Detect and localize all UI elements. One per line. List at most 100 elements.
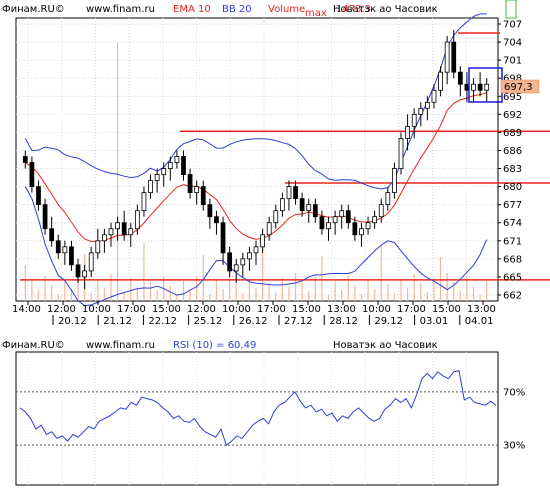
date-tick-label: 26.12 bbox=[239, 316, 268, 327]
time-tick-label: 15:00 bbox=[432, 304, 461, 315]
candle-body bbox=[62, 246, 68, 254]
price-tick-label: 674 bbox=[503, 218, 522, 229]
price-tick-label: 671 bbox=[503, 236, 522, 247]
volume-bar bbox=[64, 280, 66, 301]
price-tick-label: 680 bbox=[503, 182, 522, 193]
candle-body bbox=[167, 162, 173, 169]
volume-bar bbox=[321, 256, 323, 301]
price-tick-label: 701 bbox=[503, 56, 522, 67]
candle-body bbox=[108, 228, 114, 236]
date-tick-label: 04.01 bbox=[465, 316, 494, 327]
candle-body bbox=[319, 216, 325, 230]
candle-body bbox=[405, 125, 410, 139]
price-tick-label: 707 bbox=[503, 20, 522, 31]
candle-body bbox=[457, 71, 463, 85]
time-tick-label: 10:00 bbox=[362, 304, 391, 315]
candle-body bbox=[418, 107, 424, 115]
candle-body bbox=[29, 162, 35, 187]
rsi-header-site[interactable]: www.finam.ru bbox=[86, 340, 155, 351]
candle-body bbox=[293, 186, 298, 200]
time-tick-label: 13:00 bbox=[327, 304, 356, 315]
volume-bar bbox=[57, 294, 59, 301]
header-site[interactable]: www.finam.ru bbox=[86, 4, 155, 15]
volume-bar bbox=[268, 283, 270, 301]
volume-bar bbox=[143, 243, 145, 301]
time-tick-label: 10:00 bbox=[222, 304, 251, 315]
volume-bar bbox=[24, 265, 26, 301]
candle-body bbox=[207, 204, 213, 218]
candle-body bbox=[299, 198, 305, 212]
volume-bar bbox=[116, 43, 119, 301]
candle-body bbox=[214, 216, 219, 224]
candle-body bbox=[154, 174, 160, 181]
volume-bar bbox=[426, 292, 428, 301]
candle-body bbox=[378, 204, 384, 218]
price-tick-label: 689 bbox=[503, 128, 522, 139]
volume-bar bbox=[393, 293, 396, 301]
rsi-tick-label: 30% bbox=[503, 441, 525, 452]
volume-bar bbox=[341, 290, 343, 301]
header-bb: BB 20 bbox=[222, 4, 252, 15]
candle-body bbox=[233, 264, 239, 272]
volume-bar bbox=[486, 281, 488, 301]
volume-bar bbox=[479, 295, 481, 301]
rsi-header-title: Новатэк ао Часовик bbox=[333, 340, 438, 351]
candle-body bbox=[260, 234, 265, 248]
date-tick-label: 20.12 bbox=[58, 316, 87, 327]
candle-body bbox=[385, 192, 391, 206]
volume-bar bbox=[242, 293, 244, 301]
price-tick-label: 677 bbox=[503, 200, 522, 211]
candle-body bbox=[398, 138, 404, 169]
price-tick-label: 695 bbox=[503, 92, 522, 103]
rsi-header-source: Финам.RU© bbox=[2, 340, 65, 351]
candle-body bbox=[286, 186, 292, 200]
candle-body bbox=[451, 41, 457, 73]
candle-body bbox=[220, 222, 226, 254]
time-tick-label: 12:00 bbox=[47, 304, 76, 315]
candle-body bbox=[194, 186, 200, 194]
candle-body bbox=[95, 240, 101, 254]
header-max: max bbox=[305, 8, 327, 19]
candle-body bbox=[187, 174, 193, 194]
header-source: Финам.RU© bbox=[2, 4, 65, 15]
last-price-label: 697,3 bbox=[504, 82, 533, 93]
volume-bar bbox=[169, 286, 171, 301]
candle-body bbox=[444, 41, 450, 73]
candle-body bbox=[345, 210, 351, 224]
volume-bar bbox=[439, 257, 442, 301]
time-tick-label: 14:00 bbox=[12, 304, 41, 315]
volume-bar bbox=[222, 289, 224, 301]
candle-body bbox=[411, 113, 417, 127]
candle-body bbox=[36, 186, 41, 206]
candle-body bbox=[200, 186, 206, 206]
volume-bar bbox=[176, 295, 178, 301]
candle-body bbox=[134, 210, 140, 230]
volume-bar bbox=[182, 281, 185, 301]
candle-body bbox=[477, 83, 483, 91]
volume-bar bbox=[51, 285, 53, 301]
time-tick-label: 10:00 bbox=[82, 304, 111, 315]
candle-body bbox=[312, 204, 318, 218]
date-tick-label: 28.12 bbox=[329, 316, 358, 327]
candle-body bbox=[266, 222, 272, 236]
candle-body bbox=[227, 252, 233, 272]
date-tick-label: 25.12 bbox=[194, 316, 223, 327]
time-tick-label: 15:00 bbox=[292, 304, 321, 315]
candle-body bbox=[42, 204, 48, 230]
volume-bar bbox=[367, 280, 369, 301]
volume-bar bbox=[248, 279, 251, 301]
volume-bar bbox=[255, 288, 257, 301]
volume-bar bbox=[327, 295, 330, 301]
candle-body bbox=[306, 204, 312, 212]
candle-body bbox=[22, 156, 28, 163]
volume-bar bbox=[308, 291, 310, 301]
candle-body bbox=[102, 234, 107, 242]
candle-body bbox=[121, 222, 127, 236]
candle-body bbox=[332, 216, 338, 224]
candle-body bbox=[484, 83, 490, 91]
candle-body bbox=[339, 210, 345, 218]
volume-bar bbox=[37, 290, 40, 301]
candle-body bbox=[352, 222, 358, 236]
candle-body bbox=[425, 101, 430, 109]
volume-bar bbox=[156, 291, 158, 301]
